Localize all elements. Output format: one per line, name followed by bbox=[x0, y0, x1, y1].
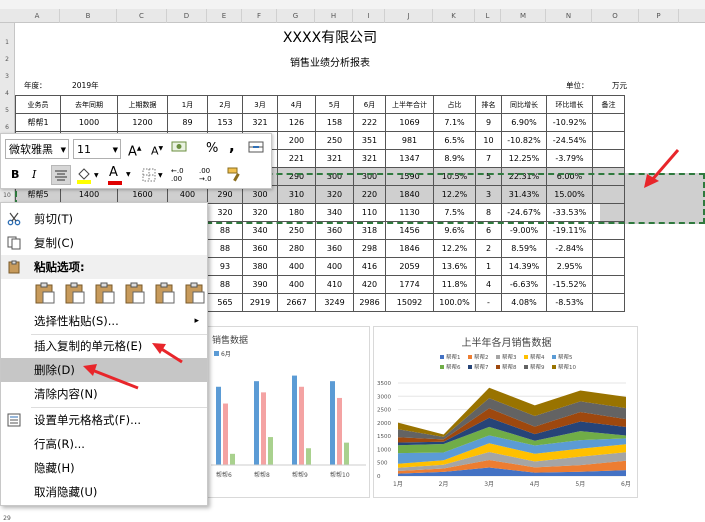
arrow-right-icon bbox=[644, 149, 680, 188]
arrow-delete-icon bbox=[83, 364, 139, 390]
row-header[interactable]: 29 bbox=[0, 515, 14, 522]
arrow-insert-icon bbox=[152, 343, 183, 364]
annotation-arrows bbox=[83, 149, 680, 390]
